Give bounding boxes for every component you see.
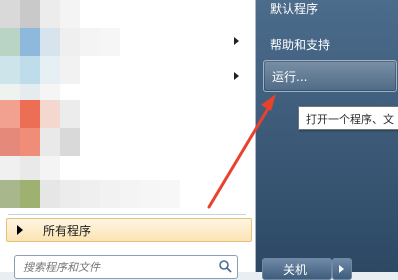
- all-programs-button[interactable]: 所有程序: [6, 218, 252, 242]
- shutdown-button[interactable]: 关机: [262, 258, 332, 280]
- program-item[interactable]: [0, 100, 240, 128]
- search-icon[interactable]: [218, 259, 232, 273]
- chevron-right-icon[interactable]: [234, 72, 239, 80]
- chevron-right-icon[interactable]: [234, 37, 239, 45]
- help-support-item[interactable]: 帮助和支持: [270, 36, 330, 53]
- program-item[interactable]: [0, 128, 240, 156]
- start-menu-right-pane: 默认程序 帮助和支持: [256, 0, 398, 272]
- shutdown-label: 关机: [283, 263, 308, 277]
- search-input[interactable]: [21, 258, 215, 276]
- program-item[interactable]: [0, 56, 240, 84]
- program-item[interactable]: [0, 0, 240, 28]
- search-box[interactable]: [14, 255, 238, 279]
- run-item-label: 运行...: [272, 70, 308, 84]
- program-item[interactable]: [0, 180, 240, 208]
- start-menu-programs-pane: 所有程序: [0, 0, 256, 279]
- run-tooltip: 打开一个程序、文: [298, 106, 398, 130]
- tooltip-text: 打开一个程序、文: [306, 113, 394, 126]
- default-programs-item[interactable]: 默认程序: [270, 0, 318, 17]
- program-item[interactable]: [0, 28, 240, 56]
- arrow-right-icon: [17, 225, 23, 235]
- run-item[interactable]: 运行...: [263, 60, 397, 92]
- all-programs-label: 所有程序: [43, 224, 92, 238]
- shutdown-options-button[interactable]: [332, 258, 352, 280]
- menu-divider: [8, 214, 246, 215]
